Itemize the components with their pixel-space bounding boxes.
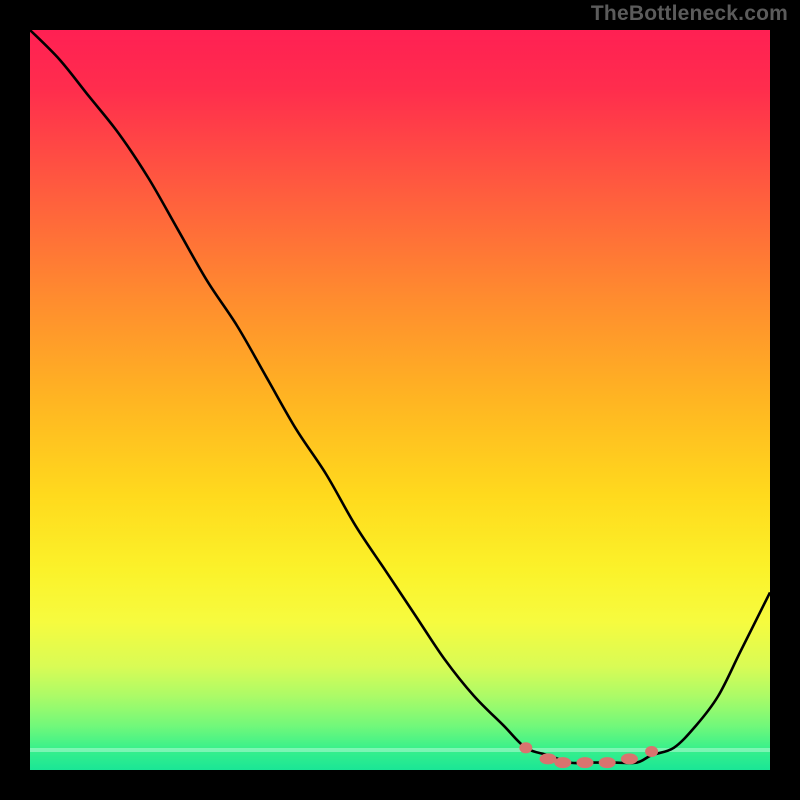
optimal-range-dots-group [519,742,658,768]
chart-frame [30,30,770,770]
bottleneck-curve-svg [30,30,770,770]
bottleneck-curve-path [30,30,770,763]
optimal-dot [540,753,557,764]
optimal-dot [554,757,571,768]
optimal-dot [621,753,638,764]
optimal-dot [599,757,616,768]
optimal-dot [577,757,594,768]
optimal-dot [519,742,532,753]
optimal-dot [645,746,658,757]
watermark-text: TheBottleneck.com [591,2,788,26]
